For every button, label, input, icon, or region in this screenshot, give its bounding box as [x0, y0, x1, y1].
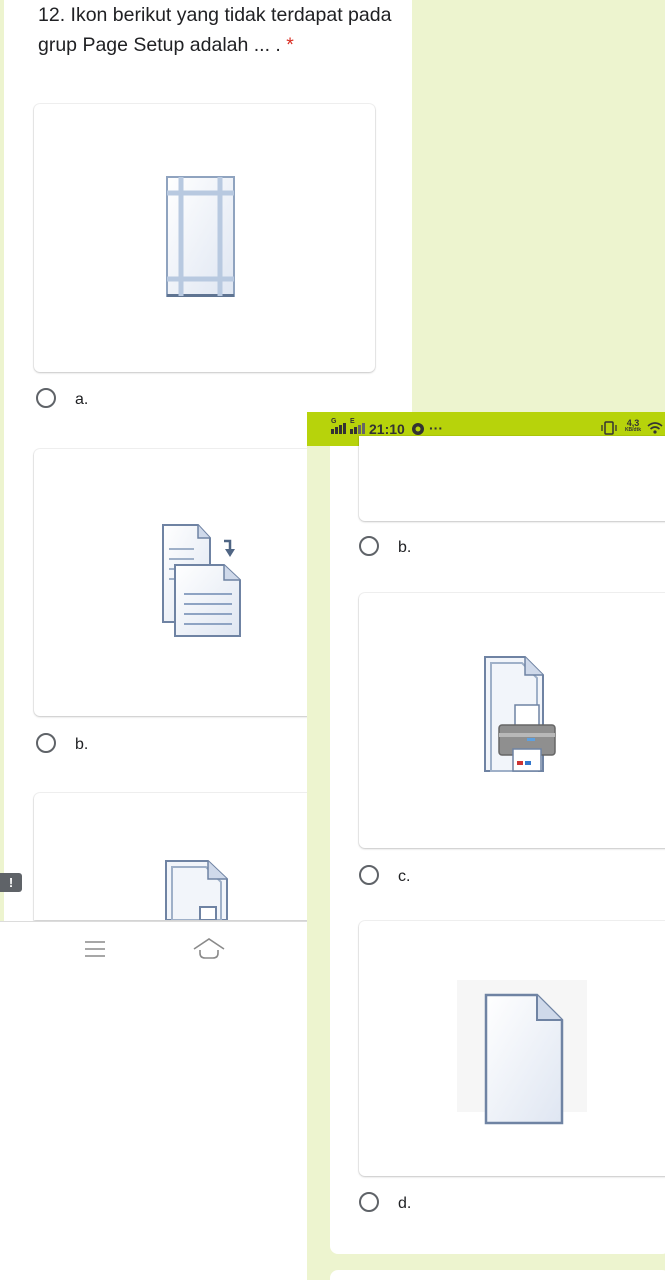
- more-notifications: ···: [429, 420, 443, 436]
- wifi-icon: [647, 422, 663, 434]
- radio-option-b[interactable]: [36, 733, 56, 753]
- vibrate-icon: [601, 421, 617, 435]
- android-nav-bar: [0, 921, 307, 1281]
- question-card-continued: b. c. d.: [330, 436, 665, 1254]
- radio-option-b[interactable]: [359, 536, 379, 556]
- right-screenshot: G E 21:10 ··· 4,3 KB/dtk b. c. d.: [307, 412, 665, 1280]
- option-d-image: [359, 921, 665, 1176]
- option-b-label: b.: [75, 736, 89, 753]
- menu-icon[interactable]: [83, 939, 107, 959]
- required-asterisk: *: [286, 34, 294, 56]
- question-text: 12. Ikon berikut yang tidak terdapat pad…: [38, 4, 392, 56]
- blank-page-icon: [457, 980, 587, 1125]
- radio-option-d[interactable]: [359, 1192, 379, 1212]
- option-a-image: [34, 104, 375, 372]
- net-speed: 4,3 KB/dtk: [624, 418, 642, 434]
- sim2-signal-icon: E: [350, 418, 366, 435]
- breaks-icon: [162, 524, 241, 637]
- option-c-image: [34, 793, 354, 921]
- print-preview-icon: [165, 860, 228, 921]
- warning-badge[interactable]: !: [0, 873, 22, 892]
- radio-option-a[interactable]: [36, 388, 56, 408]
- option-c-image: [359, 593, 665, 848]
- next-question-card: [330, 1270, 665, 1280]
- chrome-icon: [412, 423, 424, 435]
- print-icon: [484, 656, 556, 772]
- margins-icon: [166, 176, 235, 297]
- sim1-signal-icon: G: [331, 418, 347, 435]
- option-b-image: [34, 449, 354, 716]
- radio-option-c[interactable]: [359, 865, 379, 885]
- prev-option-image: [359, 436, 665, 521]
- option-a-label: a.: [75, 391, 89, 408]
- question-title: 12. Ikon berikut yang tidak terdapat pad…: [38, 0, 398, 60]
- option-c-label: c.: [398, 868, 411, 885]
- option-b-label: b.: [398, 539, 412, 556]
- clock: 21:10: [369, 421, 405, 437]
- option-d-label: d.: [398, 1195, 412, 1212]
- home-icon[interactable]: [192, 936, 226, 960]
